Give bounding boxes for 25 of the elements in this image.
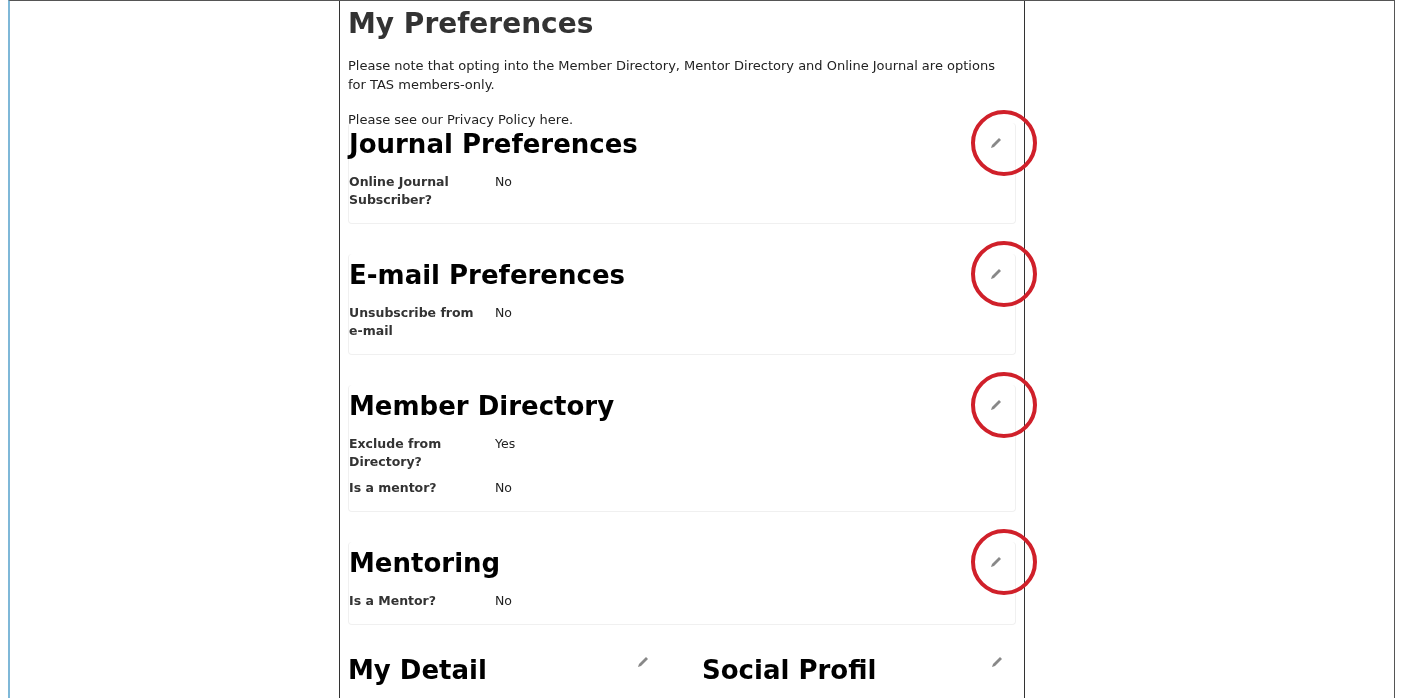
section-title: Mentoring [349, 548, 501, 578]
section-title: Member Directory [349, 391, 615, 421]
field-value: No [495, 479, 513, 497]
section-title: Social Profil [702, 655, 877, 685]
field-value: No [495, 592, 513, 610]
membership-note: Please note that opting into the Member Directory, Mentor Directory and Online Journal are options for TAS members-only. [348, 57, 996, 94]
section-title: Journal Preferences [349, 129, 638, 159]
pencil-icon [989, 267, 1003, 281]
page-title: My Preferences [348, 7, 595, 40]
section-title: E-mail Preferences [349, 260, 625, 290]
field-label: Is a Mentor? [349, 592, 438, 610]
pencil-icon [989, 136, 1003, 150]
field-label: Is a mentor? [349, 479, 438, 497]
field-value: Yes [495, 435, 517, 453]
pencil-icon [636, 655, 650, 669]
pencil-icon [989, 555, 1003, 569]
pencil-icon [989, 398, 1003, 412]
field-label: Unsubscribe from e-mail [349, 304, 475, 340]
section-title: My Detail [348, 655, 487, 685]
privacy-note: Please see our Privacy Policy here. [348, 111, 575, 129]
field-label: Online Journal Subscriber? [349, 173, 450, 209]
pencil-icon [990, 655, 1004, 669]
field-value: No [495, 304, 513, 322]
field-label: Exclude from Directory? [349, 435, 443, 471]
field-value: No [495, 173, 513, 191]
